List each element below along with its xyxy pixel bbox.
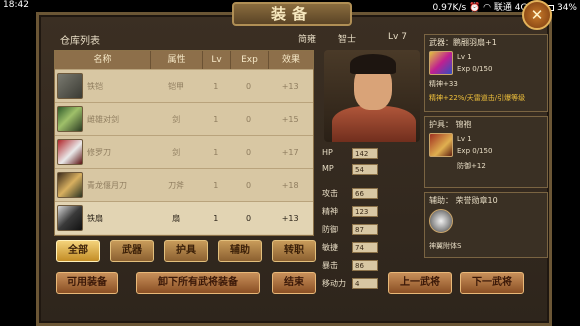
item-name: 铁扇 bbox=[87, 213, 103, 223]
finish-button[interactable]: 结束 bbox=[272, 272, 316, 294]
item-effect: +13 bbox=[281, 81, 299, 91]
inventory-table: 名称 属性 Lv Exp 效果 铁铠 铠甲 1 0 +13 雌雄对剑 剑 1 0… bbox=[54, 50, 314, 236]
item-exp: 0 bbox=[245, 81, 252, 91]
weapon-slot[interactable]: 武器：鹏翮羽扇+1 Lv 1 Exp 0/150 精神+33 精神+22%/天雷… bbox=[424, 34, 548, 112]
stat-mp: MP 54 bbox=[322, 164, 382, 175]
item-name: 青龙偃月刀 bbox=[87, 180, 127, 190]
item-name: 雌雄对剑 bbox=[87, 114, 119, 124]
col-effect: 效果 bbox=[281, 55, 300, 65]
item-effect: +17 bbox=[281, 147, 299, 157]
item-attr: 剑 bbox=[172, 147, 181, 157]
col-exp: Exp bbox=[231, 51, 269, 69]
inventory-row-twin-sword[interactable]: 雌雄对剑 剑 1 0 +15 bbox=[55, 102, 313, 135]
item-attr: 扇 bbox=[172, 213, 181, 223]
inventory-row-armor[interactable]: 铁铠 铠甲 1 0 +13 bbox=[55, 69, 313, 102]
hero-class: 智士 bbox=[338, 35, 357, 45]
item-exp: 0 bbox=[245, 213, 252, 223]
item-exp: 0 bbox=[245, 180, 252, 190]
armor-slot[interactable]: 护具： 锦袍 Lv 1 Exp 0/150 防御+12 bbox=[424, 116, 548, 188]
armor-header: 护具： 锦袍 bbox=[429, 120, 472, 129]
weapon-special: 精神+22%/天雷道击/引爆等级 bbox=[429, 94, 526, 102]
armor-bonus: 防御+12 bbox=[457, 162, 486, 170]
close-button[interactable]: ✕ bbox=[522, 0, 552, 30]
medal-icon bbox=[429, 209, 453, 233]
robe-icon bbox=[429, 133, 453, 157]
item-effect: +18 bbox=[281, 180, 299, 190]
armor-icon bbox=[57, 73, 83, 99]
stat-critical: 暴击 86 bbox=[322, 260, 382, 271]
feather-fan-icon bbox=[429, 51, 453, 75]
stat-agility: 敏捷 74 bbox=[322, 242, 382, 253]
usable-equipment-button[interactable]: 可用装备 bbox=[56, 272, 118, 294]
weapon-exp: Exp 0/150 bbox=[457, 65, 493, 73]
accessory-effect: 神翼附体S bbox=[429, 242, 462, 250]
hero-name: 简雍 bbox=[298, 35, 317, 45]
item-name: 修罗刀 bbox=[87, 147, 111, 157]
tab-armor[interactable]: 护具 bbox=[164, 240, 208, 262]
item-lv: 1 bbox=[213, 114, 219, 124]
prev-general-button[interactable]: 上一武将 bbox=[388, 272, 452, 294]
inventory-title: 仓库列表 bbox=[60, 36, 100, 47]
armor-lv: Lv 1 bbox=[457, 135, 472, 143]
window-title: 装备 bbox=[232, 2, 352, 26]
item-lv: 1 bbox=[213, 147, 219, 157]
fan-icon bbox=[57, 205, 83, 231]
col-lv: Lv bbox=[203, 51, 231, 69]
item-exp: 0 bbox=[245, 114, 252, 124]
weapon-header: 武器：鹏翮羽扇+1 bbox=[429, 38, 497, 47]
item-lv: 1 bbox=[213, 213, 219, 223]
tab-weapon[interactable]: 武器 bbox=[110, 240, 154, 262]
stat-attack: 攻击 66 bbox=[322, 188, 382, 199]
item-effect: +15 bbox=[281, 114, 299, 124]
item-lv: 1 bbox=[213, 81, 219, 91]
weapon-lv: Lv 1 bbox=[457, 53, 472, 61]
inventory-header: 名称 属性 Lv Exp 效果 bbox=[55, 51, 313, 69]
twin-sword-icon bbox=[57, 106, 83, 132]
item-name: 铁铠 bbox=[87, 81, 103, 91]
tab-class-change[interactable]: 转职 bbox=[272, 240, 316, 262]
inventory-row-blade[interactable]: 修罗刀 剑 1 0 +17 bbox=[55, 135, 313, 168]
stat-spirit: 精神 123 bbox=[322, 206, 382, 217]
col-name: 名称 bbox=[55, 51, 151, 69]
weapon-bonus: 精神+33 bbox=[429, 80, 458, 88]
tab-accessory[interactable]: 辅助 bbox=[218, 240, 262, 262]
stat-movement: 移动力 4 bbox=[322, 278, 382, 289]
blade-icon bbox=[57, 139, 83, 165]
armor-exp: Exp 0/150 bbox=[457, 147, 493, 155]
item-effect: +13 bbox=[281, 213, 299, 223]
hero-portrait bbox=[324, 50, 420, 142]
stat-hp: HP 142 bbox=[322, 148, 382, 159]
glaive-icon bbox=[57, 172, 83, 198]
accessory-slot[interactable]: 辅助： 荣誉勋章10 神翼附体S bbox=[424, 192, 548, 258]
hero-level: Lv 7 bbox=[388, 32, 407, 42]
col-attr: 属性 bbox=[151, 51, 203, 69]
item-attr: 剑 bbox=[172, 114, 181, 124]
item-attr: 刀斧 bbox=[168, 180, 185, 190]
stat-defense: 防御 87 bbox=[322, 224, 382, 235]
item-exp: 0 bbox=[245, 147, 252, 157]
battery-percent: 34% bbox=[556, 3, 577, 13]
status-time: 18:42 bbox=[3, 0, 29, 10]
next-general-button[interactable]: 下一武将 bbox=[460, 272, 524, 294]
accessory-header: 辅助： 荣誉勋章10 bbox=[429, 196, 498, 205]
inventory-row-glaive[interactable]: 青龙偃月刀 刀斧 1 0 +18 bbox=[55, 168, 313, 201]
item-attr: 铠甲 bbox=[168, 81, 185, 91]
inventory-row-fan[interactable]: 铁扇 扇 1 0 +13 bbox=[55, 201, 313, 234]
unequip-all-button[interactable]: 卸下所有武将装备 bbox=[136, 272, 260, 294]
tab-all[interactable]: 全部 bbox=[56, 240, 100, 262]
item-lv: 1 bbox=[213, 180, 219, 190]
